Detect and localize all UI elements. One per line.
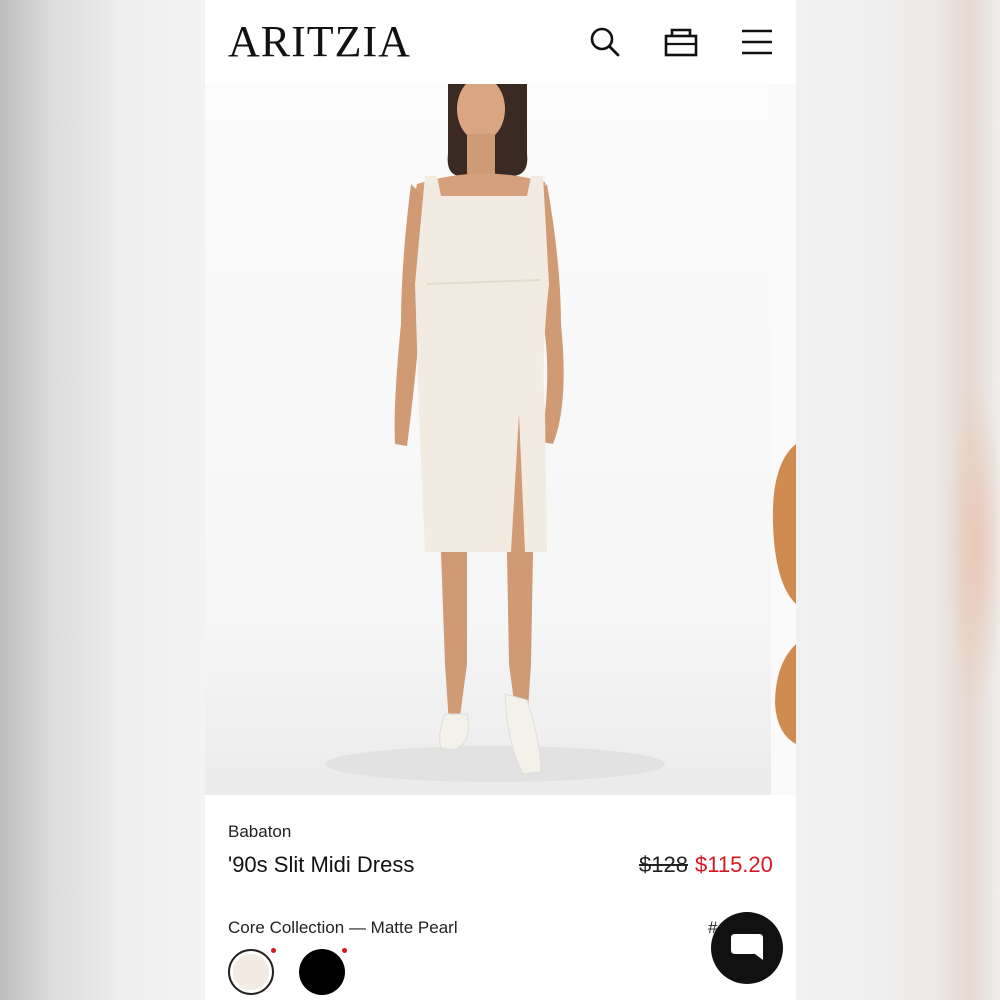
color-label: Core Collection — Matte Pearl: [228, 918, 458, 937]
search-icon[interactable]: [585, 22, 625, 62]
next-image-peek[interactable]: [771, 84, 796, 795]
shopping-bag-icon[interactable]: [661, 22, 701, 62]
brand-name[interactable]: Babaton: [228, 822, 291, 842]
menu-icon[interactable]: [737, 22, 777, 62]
product-info: Babaton '90s Slit Midi Dress $128 $115.2…: [205, 795, 796, 1000]
model-wearing-dress-illustration: [325, 84, 665, 782]
product-image[interactable]: [205, 84, 771, 795]
blurred-skin-tone: [946, 380, 1000, 710]
swatch-matte-pearl[interactable]: [228, 949, 274, 995]
sale-indicator-dot: [271, 948, 276, 953]
sale-price: $115.20: [695, 852, 773, 877]
chat-button[interactable]: [711, 912, 783, 984]
sale-indicator-dot: [342, 948, 347, 953]
site-header: ARITZIA: [205, 0, 796, 84]
mobile-screen: ARITZIA Babaton '90s Slit Midi Dress $12…: [205, 0, 796, 1000]
original-price: $128: [639, 852, 688, 877]
swatch-black[interactable]: [299, 949, 345, 995]
blurred-background-right: [796, 0, 1000, 1000]
chat-bubble-icon: [731, 934, 763, 960]
product-name: '90s Slit Midi Dress: [228, 852, 415, 877]
aritzia-logo[interactable]: ARITZIA: [228, 18, 411, 66]
blurred-background-left: [0, 0, 205, 1000]
